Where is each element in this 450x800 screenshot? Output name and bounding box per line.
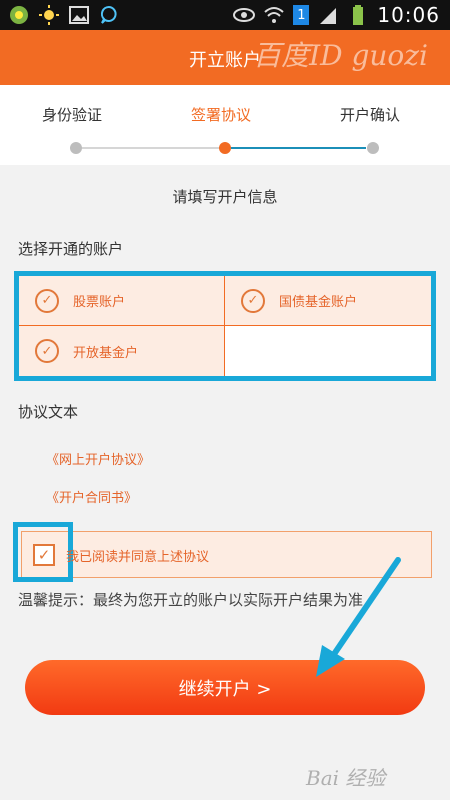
check-circle-icon: ✓ <box>35 339 59 363</box>
eye-icon <box>233 4 256 26</box>
account-option-stock[interactable]: ✓ 股票账户 <box>19 276 225 326</box>
footer-watermark: Bai 经验 <box>306 766 386 790</box>
step-open-confirm: 开户确认 <box>340 106 401 124</box>
step-line-completed <box>82 147 224 149</box>
agreement-link-contract[interactable]: 《开户合同书》 <box>46 487 137 506</box>
battery-icon <box>347 4 369 26</box>
signal-icon <box>317 4 339 26</box>
check-circle-icon: ✓ <box>241 288 265 313</box>
step-sign-agreement: 签署协议 <box>191 106 252 124</box>
highlight-outline <box>13 522 73 582</box>
section-title: 请填写开户信息 <box>172 188 278 206</box>
progress-steps: 身份验证 签署协议 开户确认 <box>0 85 450 165</box>
annotation-arrow-icon <box>316 557 401 677</box>
status-bar: 1 10:06 <box>0 0 450 30</box>
sun-icon <box>38 4 60 26</box>
app-icon <box>8 4 30 26</box>
image-icon <box>68 4 90 26</box>
sim-badge-icon: 1 <box>293 5 310 25</box>
step-dot-1 <box>70 142 82 154</box>
message-icon <box>98 4 120 26</box>
accounts-grid: ✓ 股票账户 ✓ 国债基金账户 ✓ 开放基金户 <box>14 271 436 381</box>
step-dot-3 <box>367 142 379 154</box>
check-circle-icon: ✓ <box>35 288 59 313</box>
agree-label: 我已阅读并同意上述协议 <box>66 550 210 565</box>
account-option-open-fund[interactable]: ✓ 开放基金户 <box>19 326 225 376</box>
agreement-link-online[interactable]: 《网上开户协议》 <box>46 449 150 468</box>
account-label-bond-fund: 国债基金账户 <box>279 295 358 310</box>
step-identity-verification: 身份验证 <box>42 106 103 124</box>
account-label-stock: 股票账户 <box>73 295 126 310</box>
step-dot-2 <box>219 142 231 154</box>
account-label-open-fund: 开放基金户 <box>73 345 139 361</box>
account-option-bond-fund[interactable]: ✓ 国债基金账户 <box>225 276 431 326</box>
accounts-label: 选择开通的账户 <box>18 240 124 258</box>
agreement-label: 协议文本 <box>18 403 79 421</box>
clock: 10:06 <box>377 3 440 27</box>
watermark-text: 百度ID guozi <box>253 39 428 72</box>
app-header: 开立账户 百度ID guozi <box>0 30 450 85</box>
wifi-icon <box>263 4 285 26</box>
step-line-pending <box>231 147 366 149</box>
